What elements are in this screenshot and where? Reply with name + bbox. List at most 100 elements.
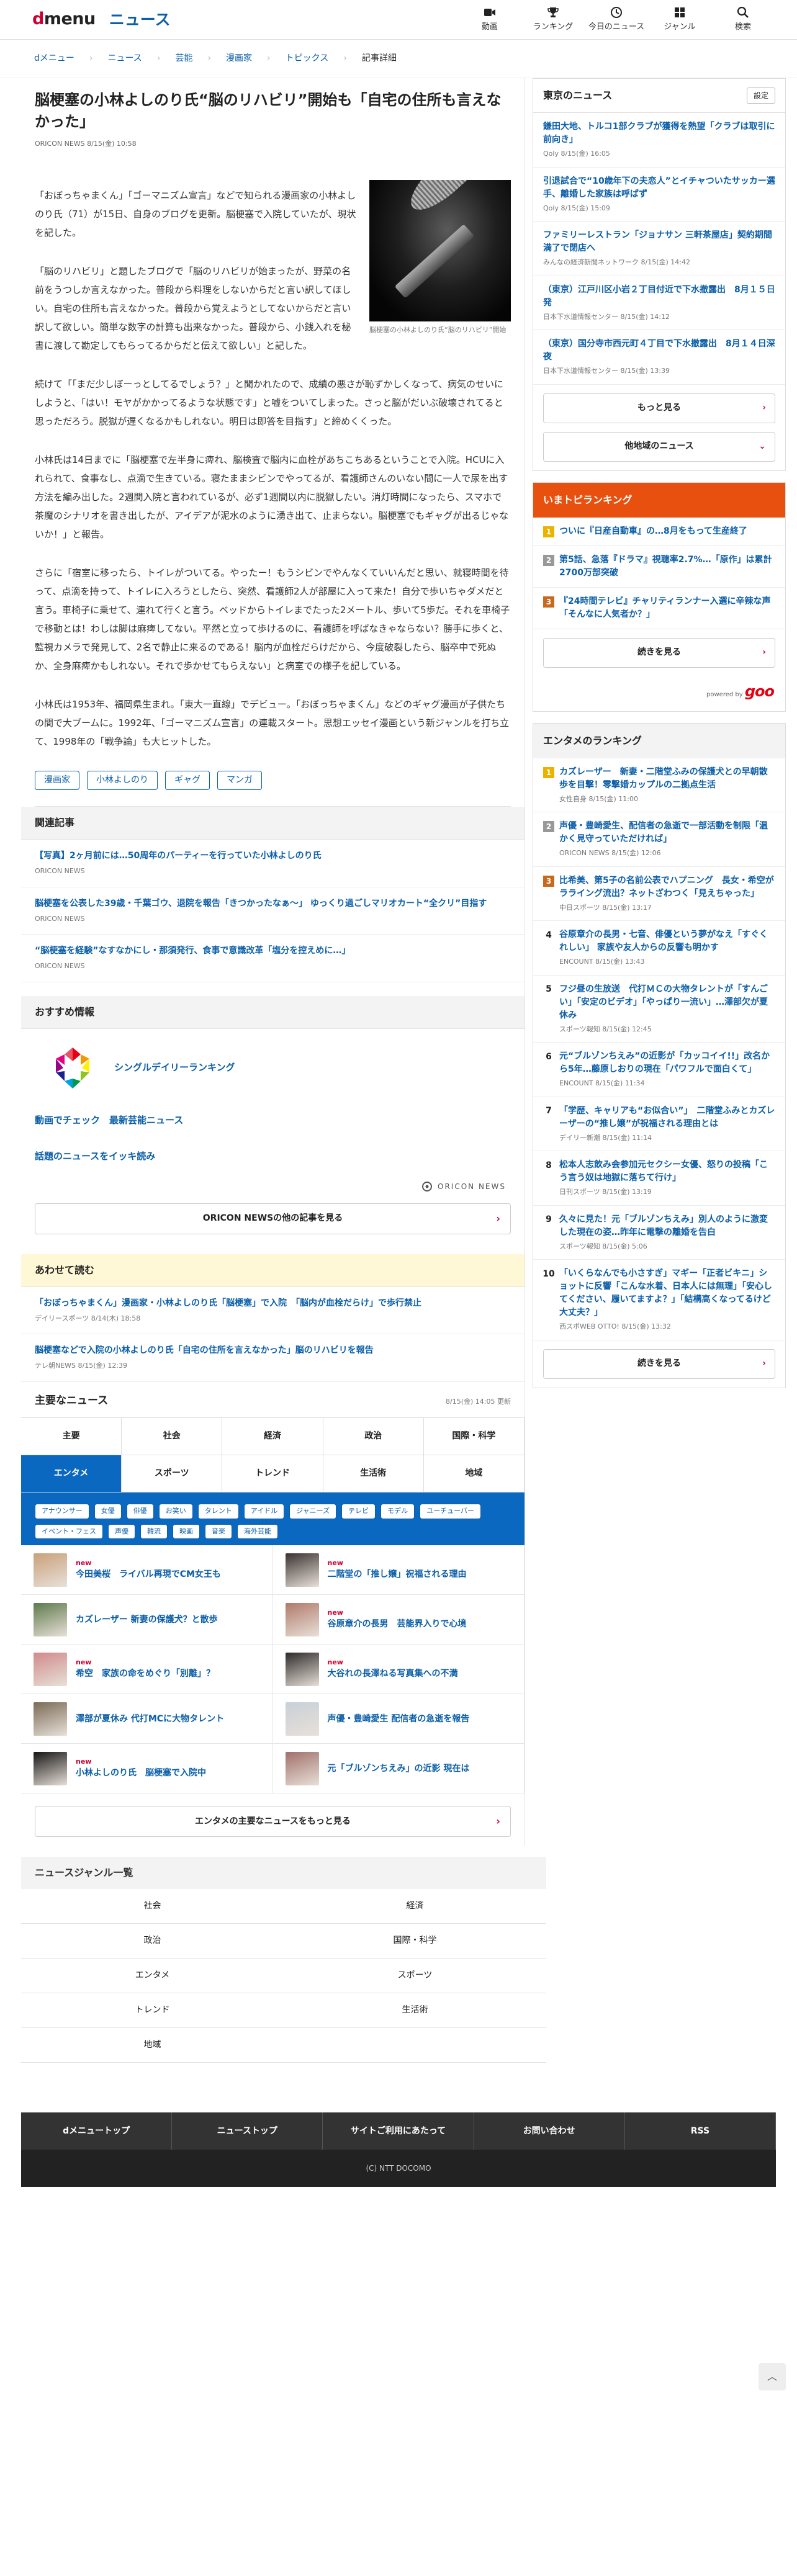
related-item[interactable]: 【写真】2ヶ月前には…50周年のパーティーを行っていた小林よしのり氏 ORICO… [21, 840, 525, 887]
topic-news-link[interactable]: 話題のニュースをイッキ読み [35, 1138, 511, 1175]
tab-entertainment[interactable]: エンタメ [21, 1455, 122, 1493]
news-logo[interactable]: ニュース [109, 8, 171, 32]
local-news-item[interactable]: （東京）国分寺市西元町４丁目で下水撤露出 8月１４日深夜 日本下水道情報センター … [533, 330, 785, 385]
crumb-manga[interactable]: 漫画家 [226, 52, 252, 65]
genre-link[interactable]: 経済 [284, 1889, 546, 1924]
local-settings-button[interactable]: 設定 [746, 88, 775, 104]
news-thumbnail[interactable] [285, 1652, 319, 1686]
nav-today[interactable]: 今日のニュース [585, 6, 648, 34]
tab-region[interactable]: 地域 [423, 1455, 525, 1493]
news-thumbnail[interactable] [285, 1751, 319, 1785]
tab-main[interactable]: 主要 [21, 1418, 122, 1456]
chip[interactable]: お笑い [158, 1504, 193, 1519]
ent-ranking-title[interactable]: カズレーザー 新妻・二階堂ふみの保護犬との早朝散歩を目撃！零撃婚カップルの二拠点… [559, 766, 775, 792]
news-thumb-title[interactable]: 小林よしのり氏 脳梗塞で入院中 [76, 1768, 206, 1778]
local-news-title[interactable]: 引退試合で“10歳年下の夫恋人”とイチャついたサッカー選手、離婚した家族は呼ばず [543, 175, 775, 201]
genre-link[interactable]: 政治 [21, 1924, 284, 1959]
article-figure[interactable]: 脳梗塞の小林よしのり氏“脳のリハビリ”開始 [369, 180, 511, 335]
together-item[interactable]: 「おぼっちゃまくん」漫画家・小林よしのり氏「脳梗塞」で入院 「脳内が血栓だらけ」… [21, 1287, 525, 1335]
tag-kobayashi[interactable]: 小林よしのり [87, 771, 158, 791]
news-thumb-item[interactable]: new 希空 家族の命をめぐり「別離」？ [21, 1645, 273, 1695]
nav-ranking[interactable]: ランキング [521, 6, 585, 34]
topic-ranking-item[interactable]: 3 『24時間テレビ』チャリティランナー入選に辛辣な声「そんなに人気者か？」 [533, 588, 785, 629]
related-title[interactable]: 【写真】2ヶ月前には…50周年のパーティーを行っていた小林よしのり氏 [35, 850, 511, 863]
other-region-button[interactable]: 他地域のニュース ⌄ [543, 431, 775, 462]
news-thumb-item[interactable]: new 二階堂の「推し嬢」祝福される理由 [272, 1545, 525, 1595]
oricon-more-button[interactable]: ORICON NEWSの他の記事を見る › [35, 1203, 511, 1234]
news-thumbnail[interactable] [34, 1652, 67, 1686]
news-thumbnail[interactable] [34, 1702, 67, 1736]
genre-link[interactable]: 地域 [21, 2028, 284, 2063]
chip[interactable]: アイドル [243, 1504, 285, 1519]
ent-ranking-title[interactable]: 谷原章介の長男・七音、俳優という夢がなえ「すぐくれしい」 家族や友人からの反響も… [559, 928, 775, 954]
video-news-link[interactable]: 動画でチェック 最新芸能ニュース [35, 1102, 511, 1139]
microphone-image[interactable] [369, 180, 511, 322]
footer-link[interactable]: dメニュートップ [21, 2112, 173, 2150]
chip[interactable]: 声優 [108, 1524, 135, 1540]
chip[interactable]: イベント・フェス [35, 1524, 103, 1540]
local-news-item[interactable]: （東京）江戸川区小岩２丁目付近で下水撤露出 8月１５日発 日本下水道情報センター … [533, 276, 785, 330]
news-thumb-item[interactable]: new 今田美桜 ライバル再現でCM女王も [21, 1545, 273, 1595]
tag-manga-artist[interactable]: 漫画家 [35, 771, 79, 791]
news-thumb-title[interactable]: 今田美桜 ライバル再現でCM女王も [76, 1569, 221, 1579]
together-item[interactable]: 脳梗塞などで入院の小林よしのり氏「自宅の住所を言えなかった」脳のリハビリを報告 … [21, 1334, 525, 1382]
together-title[interactable]: 「おぼっちゃまくん」漫画家・小林よしのり氏「脳梗塞」で入院 「脳内が血栓だらけ」… [35, 1297, 511, 1310]
local-news-title[interactable]: 鎌田大地、トルコ1部クラブが獲得を熱望「クラブは取引に前向き」 [543, 120, 775, 146]
topic-ranking-item[interactable]: 2 第5話、急落『ドラマ』視聴率2.7%…「原作」は累計2700万部突破 [533, 546, 785, 588]
tab-politics[interactable]: 政治 [323, 1418, 424, 1456]
nav-video[interactable]: 動画 [458, 6, 521, 34]
tag-manga[interactable]: マンガ [217, 771, 262, 791]
ent-more-button[interactable]: 続きを見る › [543, 1349, 775, 1379]
single-ranking-row[interactable]: シングルデイリーランキング [35, 1040, 511, 1102]
topic-ranking-item[interactable]: 1 ついに『日産自動車』の…8月をもって生産終了 [533, 518, 785, 546]
news-thumb-title[interactable]: 声優・豊崎愛生 配信者の急逝を報告 [328, 1714, 470, 1724]
news-thumb-title[interactable]: 希空 家族の命をめぐり「別離」？ [76, 1669, 215, 1679]
news-thumbnail[interactable] [34, 1751, 67, 1785]
chip[interactable]: アナウンサー [35, 1504, 89, 1519]
local-news-title[interactable]: （東京）江戸川区小岩２丁目付近で下水撤露出 8月１５日発 [543, 284, 775, 310]
topic-ranking-title[interactable]: ついに『日産自動車』の…8月をもって生産終了 [559, 525, 747, 538]
ent-ranking-item[interactable]: 3 比希美、第5子の名前公表でハプニング 長女・希空がラライング流出？ネットざわつ… [533, 867, 785, 921]
genre-link[interactable]: スポーツ [284, 1959, 546, 1994]
news-thumb-item[interactable]: 澤部が夏休み 代打MCに大物タレント [21, 1694, 273, 1744]
news-thumb-title[interactable]: カズレーザー 新妻の保護犬？と散歩 [76, 1615, 218, 1625]
local-news-item[interactable]: 引退試合で“10歳年下の夫恋人”とイチャついたサッカー選手、離婚した家族は呼ばず… [533, 168, 785, 222]
tab-society[interactable]: 社会 [122, 1418, 223, 1456]
ent-ranking-title[interactable]: 久々に見た！元「ブルゾンちえみ」別人のように激変した現在の姿…昨年に電撃の離婚を… [559, 1213, 775, 1239]
news-thumb-item[interactable]: 元「ブルゾンちえみ」の近影 現在は [272, 1744, 525, 1794]
single-ranking-link[interactable]: シングルデイリーランキング [114, 1061, 235, 1075]
tab-economy[interactable]: 経済 [222, 1418, 323, 1456]
nav-search[interactable]: 検索 [711, 6, 775, 34]
ent-ranking-title[interactable]: 声優・豊崎愛生、配信者の急逝で一部活動を制限「温かく見守っていただければ」 [559, 820, 775, 846]
footer-link[interactable]: ニューストップ [172, 2112, 323, 2150]
ent-ranking-item[interactable]: 5 フジ昼の生放送 代打ＭＣの大物タレントが「すんごい」「安定のビデオ」「やっぱり… [533, 976, 785, 1043]
genre-link[interactable]: 生活術 [284, 1993, 546, 2029]
ent-ranking-title[interactable]: フジ昼の生放送 代打ＭＣの大物タレントが「すんごい」「安定のビデオ」「やっぱり一… [559, 983, 775, 1022]
ent-ranking-title[interactable]: 「学歴、キャリアも“お似合い”」 二階堂ふみとカズレーザーの“推し嬢”が祝福され… [559, 1105, 775, 1131]
crumb-topics[interactable]: トピックス [286, 52, 329, 65]
news-thumbnail[interactable] [285, 1702, 319, 1736]
genre-link[interactable]: エンタメ [21, 1959, 284, 1994]
related-title[interactable]: 脳梗塞を公表した39歳・千葉ゴウ、退院を報告「きつかったなぁ〜」 ゆっくり過ごし… [35, 897, 511, 910]
chip[interactable]: 俳優 [126, 1504, 154, 1519]
tab-trend[interactable]: トレンド [222, 1455, 323, 1493]
crumb-news[interactable]: ニュース [108, 52, 142, 65]
ent-ranking-item[interactable]: 6 元“ブルゾンちえみ”の近影が「カッコイイ!!」改名から5年…藤原しおりの現在「… [533, 1043, 785, 1097]
ent-ranking-item[interactable]: 4 谷原章介の長男・七音、俳優という夢がなえ「すぐくれしい」 家族や友人からの反響… [533, 921, 785, 976]
nav-genre[interactable]: ジャンル [648, 6, 711, 34]
related-item[interactable]: 脳梗塞を公表した39歳・千葉ゴウ、退院を報告「きつかったなぁ〜」 ゆっくり過ごし… [21, 887, 525, 935]
news-thumb-item[interactable]: new 谷原章介の長男 芸能界入りで心境 [272, 1595, 525, 1645]
ent-ranking-item[interactable]: 9 久々に見た！元「ブルゾンちえみ」別人のように激変した現在の姿…昨年に電撃の離婚… [533, 1206, 785, 1260]
chip[interactable]: 映画 [173, 1524, 200, 1540]
related-title[interactable]: “脳梗塞を経験”なすなかにし・那須発行、食事で意識改革「塩分を控えめに…」 [35, 945, 511, 958]
dmenu-logo[interactable]: dmenu [32, 7, 96, 32]
chip[interactable]: 女優 [94, 1504, 122, 1519]
news-thumb-title[interactable]: 谷原章介の長男 芸能界入りで心境 [328, 1619, 467, 1629]
genre-link[interactable]: 社会 [21, 1889, 284, 1924]
back-to-top-button[interactable]: ︿ [759, 2363, 786, 2390]
topic-ranking-title[interactable]: 『24時間テレビ』チャリティランナー入選に辛辣な声「そんなに人気者か？」 [559, 595, 775, 621]
genre-link[interactable]: トレンド [21, 1993, 284, 2029]
local-news-item[interactable]: ファミリーレストラン「ジョナサン 三軒茶屋店」契約期間満了で閉店へ みんなの経済新… [533, 222, 785, 276]
news-thumb-title[interactable]: 二階堂の「推し嬢」祝福される理由 [328, 1569, 467, 1579]
ent-ranking-item[interactable]: 8 松本人志飲み会参加元セクシー女優、怒りの投稿「こう言う奴は地獄に落ちて行け」日… [533, 1151, 785, 1206]
